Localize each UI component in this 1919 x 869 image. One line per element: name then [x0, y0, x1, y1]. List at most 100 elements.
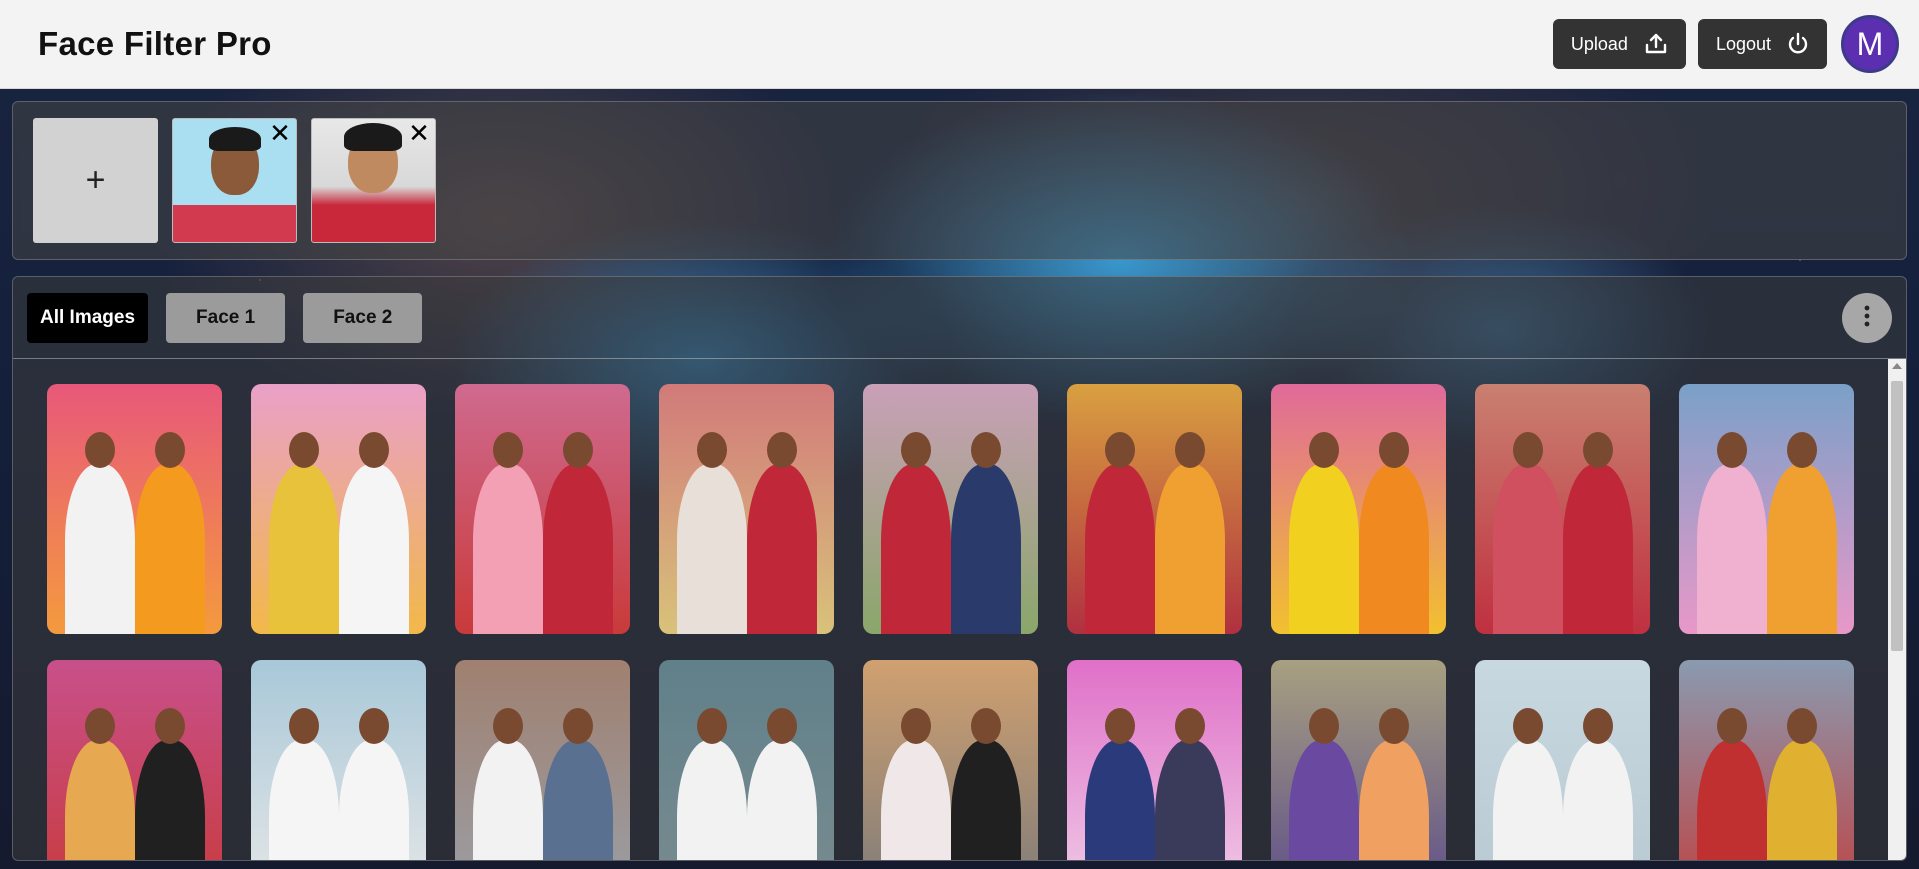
remove-face-2-icon[interactable]: ✕: [407, 120, 431, 146]
photo-thumbnail[interactable]: [1271, 660, 1446, 860]
photo-thumbnail[interactable]: [659, 384, 834, 634]
photo-person-head: [697, 432, 727, 468]
photo-person-head: [359, 708, 389, 744]
photo-person: [135, 740, 205, 860]
power-icon: [1787, 32, 1809, 56]
photo-person-head: [563, 432, 593, 468]
photo-person-head: [1717, 708, 1747, 744]
photo-person-head: [971, 708, 1001, 744]
photo-person: [135, 464, 205, 634]
photo-person-head: [1513, 708, 1543, 744]
upload-icon: [1644, 33, 1668, 55]
photo-person-head: [1583, 708, 1613, 744]
photo-person-head: [1379, 432, 1409, 468]
photo-person: [1563, 740, 1633, 860]
photo-person: [1767, 740, 1837, 860]
photo-person: [1493, 464, 1563, 634]
photo-person-head: [1583, 432, 1613, 468]
app-header: Face Filter Pro Upload Logout M: [0, 0, 1919, 89]
filter-tabs: All Images Face 1 Face 2: [13, 277, 1906, 359]
photo-person: [473, 464, 543, 634]
photo-person-head: [85, 432, 115, 468]
faces-panel: + ✕ ✕: [12, 101, 1907, 260]
photo-person-head: [289, 432, 319, 468]
photo-person-head: [1717, 432, 1747, 468]
upload-button-label: Upload: [1570, 33, 1628, 54]
photo-person: [1697, 740, 1767, 860]
tab-all-images[interactable]: All Images: [27, 292, 149, 343]
photo-person-head: [155, 708, 185, 744]
photo-person: [1289, 740, 1359, 860]
photo-person-head: [1175, 432, 1205, 468]
photo-person: [543, 464, 613, 634]
photo-person-head: [1175, 708, 1205, 744]
photo-person: [1359, 740, 1429, 860]
photo-grid: [47, 384, 1854, 860]
photo-thumbnail[interactable]: [1271, 384, 1446, 634]
photo-thumbnail[interactable]: [251, 384, 426, 634]
photo-person: [543, 740, 613, 860]
scroll-up-arrow-icon[interactable]: [1892, 363, 1902, 369]
photo-person: [951, 740, 1021, 860]
photo-thumbnail[interactable]: [251, 660, 426, 860]
photo-person-head: [563, 708, 593, 744]
photo-thumbnail[interactable]: [659, 660, 834, 860]
photo-thumbnail[interactable]: [1475, 384, 1650, 634]
face-thumbnail-1[interactable]: ✕: [172, 118, 297, 243]
gallery-scrollbar[interactable]: [1888, 359, 1906, 860]
tab-face-1[interactable]: Face 1: [166, 292, 286, 343]
photo-thumbnail[interactable]: [47, 384, 222, 634]
photo-person: [677, 740, 747, 860]
photo-thumbnail[interactable]: [1679, 660, 1854, 860]
photo-person: [269, 464, 339, 634]
photo-thumbnail[interactable]: [1679, 384, 1854, 634]
photo-thumbnail[interactable]: [1067, 384, 1242, 634]
photo-thumbnail[interactable]: [1067, 660, 1242, 860]
photo-person: [1085, 740, 1155, 860]
photo-person: [65, 464, 135, 634]
photo-person-head: [901, 708, 931, 744]
remove-face-1-icon[interactable]: ✕: [268, 120, 292, 146]
logout-button[interactable]: Logout: [1697, 19, 1827, 69]
photo-person-head: [1513, 432, 1543, 468]
photo-person: [1155, 740, 1225, 860]
photo-person-head: [971, 432, 1001, 468]
more-vertical-icon: [1864, 305, 1870, 332]
photo-thumbnail[interactable]: [455, 384, 630, 634]
photo-person: [1493, 740, 1563, 860]
photo-person-head: [1379, 708, 1409, 744]
photo-person-head: [359, 432, 389, 468]
photo-person-head: [1105, 708, 1135, 744]
photo-person-head: [289, 708, 319, 744]
photo-person-head: [767, 708, 797, 744]
photo-person: [1697, 464, 1767, 634]
photo-person: [269, 740, 339, 860]
photo-person: [881, 740, 951, 860]
add-face-button[interactable]: +: [33, 118, 158, 243]
upload-button[interactable]: Upload: [1552, 19, 1686, 69]
photo-person-head: [1309, 708, 1339, 744]
tab-face-2[interactable]: Face 2: [303, 292, 423, 343]
face-2-hair: [344, 123, 402, 151]
photo-person: [1563, 464, 1633, 634]
photo-thumbnail[interactable]: [455, 660, 630, 860]
more-options-button[interactable]: [1842, 293, 1892, 343]
face-thumbnail-2[interactable]: ✕: [311, 118, 436, 243]
photo-person: [881, 464, 951, 634]
logout-button-label: Logout: [1715, 33, 1771, 54]
header-actions: Upload Logout M: [1552, 15, 1899, 73]
photo-person-head: [901, 432, 931, 468]
photo-thumbnail[interactable]: [863, 384, 1038, 634]
photo-person: [747, 740, 817, 860]
scrollbar-thumb[interactable]: [1891, 381, 1903, 651]
photo-thumbnail[interactable]: [863, 660, 1038, 860]
photo-person: [677, 464, 747, 634]
photo-person: [747, 464, 817, 634]
gallery-panel: All Images Face 1 Face 2: [12, 276, 1907, 861]
photo-person: [1359, 464, 1429, 634]
photo-thumbnail[interactable]: [47, 660, 222, 860]
photo-person: [65, 740, 135, 860]
photo-person: [1155, 464, 1225, 634]
photo-thumbnail[interactable]: [1475, 660, 1650, 860]
user-avatar[interactable]: M: [1841, 15, 1899, 73]
